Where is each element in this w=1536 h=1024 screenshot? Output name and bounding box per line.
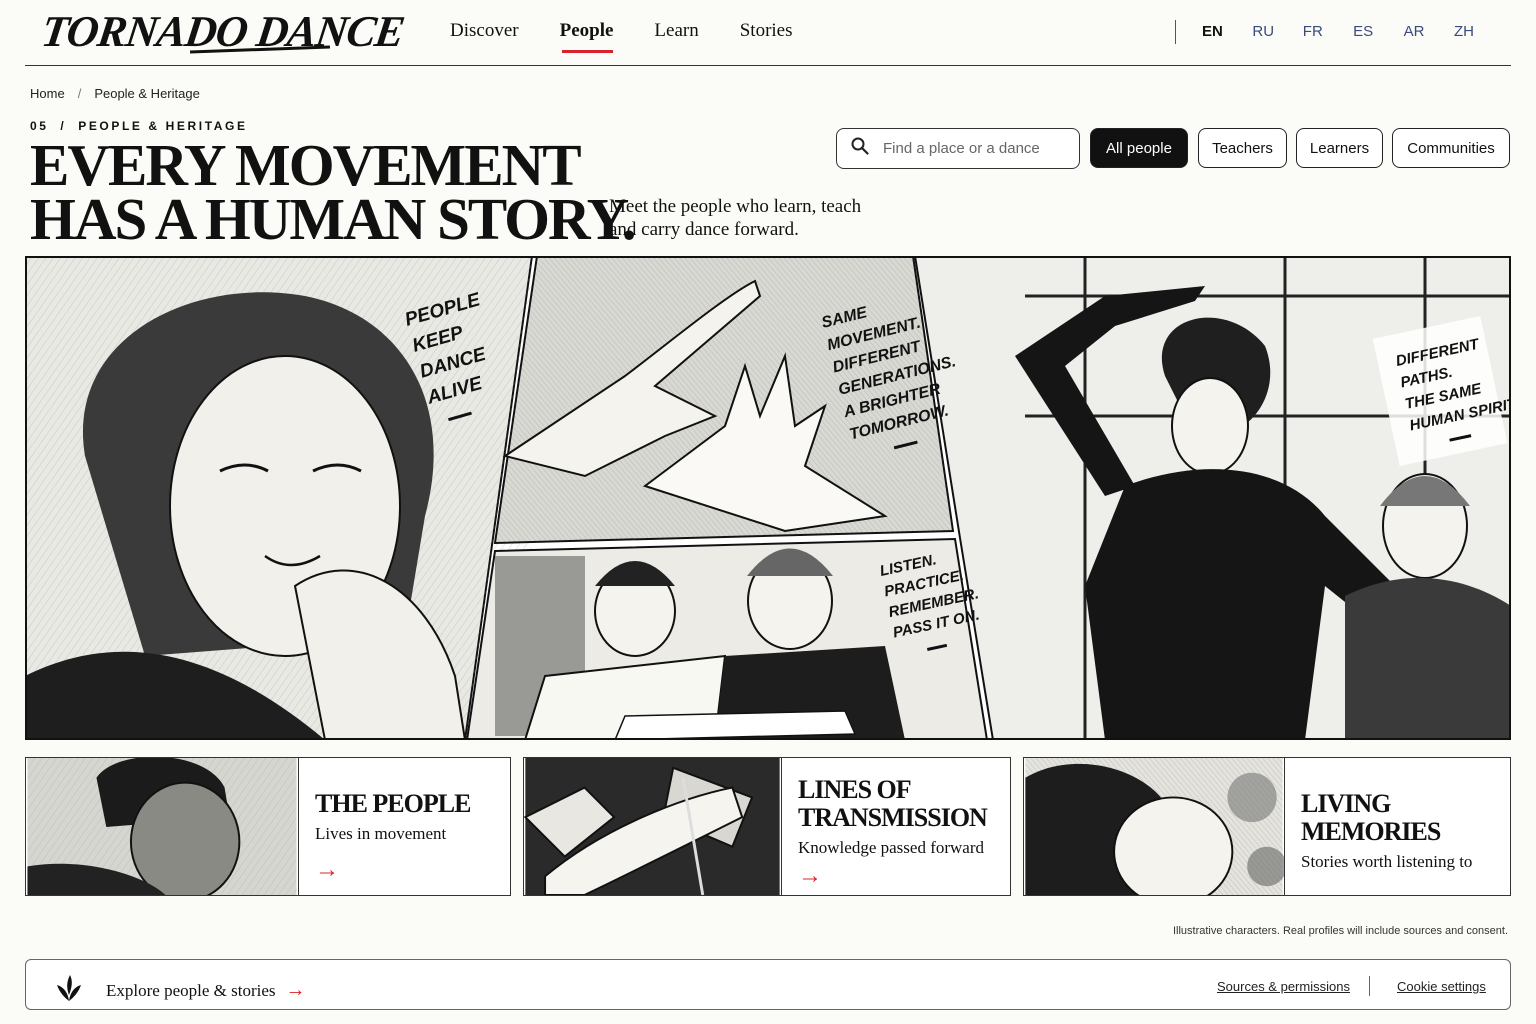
card-the-people[interactable]: THE PEOPLE Lives in movement → — [25, 757, 511, 896]
disclaimer-text: Illustrative characters. Real profiles w… — [1172, 925, 1508, 937]
search-icon — [851, 137, 869, 160]
card-title: THE PEOPLE — [315, 789, 471, 818]
card-body: LIVING MEMORIES Stories worth listening … — [1285, 758, 1510, 896]
card-subtitle: Lives in movement — [315, 824, 447, 843]
explore-people-link[interactable]: Explore people & stories → — [54, 973, 306, 1008]
search-box — [836, 128, 1080, 169]
card-image-young-man — [27, 758, 299, 895]
language-divider — [1175, 20, 1176, 44]
page-subtitle: Meet the people who learn, teach and car… — [609, 196, 862, 240]
section-eyebrow: 05 / PEOPLE & HERITAGE — [30, 119, 248, 133]
filter-communities[interactable]: Communities — [1392, 128, 1510, 168]
breadcrumb-separator: / — [77, 86, 82, 101]
card-title-line-1: LINES OF — [798, 775, 912, 804]
card-title: LIVING MEMORIES — [1301, 789, 1441, 846]
lang-en[interactable]: EN — [1202, 23, 1252, 40]
card-body: THE PEOPLE Lives in movement → — [299, 758, 486, 895]
arrow-right-icon[interactable]: → — [1301, 884, 1494, 895]
cookie-settings-link[interactable]: Cookie settings — [1397, 979, 1486, 994]
nav-learn[interactable]: Learn — [654, 20, 698, 42]
card-subtitle: Knowledge passed forward — [798, 838, 984, 857]
footer-bar: Explore people & stories → Sources & per… — [25, 959, 1511, 1010]
nav-people[interactable]: People — [560, 20, 613, 53]
search-input[interactable] — [883, 140, 1073, 157]
lang-zh[interactable]: ZH — [1454, 23, 1504, 40]
card-title: LINES OF TRANSMISSION — [798, 775, 988, 832]
language-switcher: EN RU FR ES AR ZH — [1202, 23, 1504, 40]
arrow-right-icon[interactable]: → — [315, 856, 470, 884]
filter-teachers[interactable]: Teachers — [1198, 128, 1287, 168]
page-title-line-2: HAS A HUMAN STORY. — [30, 186, 637, 252]
leaf-icon — [54, 973, 84, 1008]
card-subtitle: Stories worth listening to — [1301, 852, 1473, 871]
header-rule — [25, 65, 1511, 66]
lang-es[interactable]: ES — [1353, 23, 1403, 40]
page-title: EVERY MOVEMENT HAS A HUMAN STORY. — [30, 132, 637, 252]
card-image-young-woman — [1025, 758, 1285, 895]
card-living-memories[interactable]: LIVING MEMORIES Stories worth listening … — [1023, 757, 1511, 896]
main-nav: Discover People Learn Stories — [450, 20, 793, 53]
lang-ru[interactable]: RU — [1252, 23, 1302, 40]
card-title-line-2: TRANSMISSION — [798, 803, 988, 832]
page-title-line-1: EVERY MOVEMENT — [30, 132, 582, 198]
breadcrumb-home[interactable]: Home — [30, 86, 65, 101]
hero-comic: PEOPLE KEEP DANCE ALIVE SAME MOVEMENT. D… — [25, 256, 1511, 740]
arrow-right-icon: → — [285, 979, 306, 1001]
card-lines-of-transmission[interactable]: LINES OF TRANSMISSION Knowledge passed f… — [523, 757, 1011, 896]
comic-panels: PEOPLE KEEP DANCE ALIVE SAME MOVEMENT. D… — [25, 256, 1511, 740]
breadcrumb-current: People & Heritage — [94, 86, 200, 101]
nav-discover[interactable]: Discover — [450, 20, 519, 42]
lang-ar[interactable]: AR — [1404, 23, 1454, 40]
footer-divider — [1369, 976, 1370, 996]
filter-learners[interactable]: Learners — [1296, 128, 1383, 168]
lang-fr[interactable]: FR — [1303, 23, 1353, 40]
explore-label: Explore people & stories — [106, 980, 276, 1000]
card-body: LINES OF TRANSMISSION Knowledge passed f… — [782, 758, 1003, 895]
breadcrumb: Home / People & Heritage — [30, 86, 200, 101]
filter-all-people[interactable]: All people — [1090, 128, 1188, 168]
sources-permissions-link[interactable]: Sources & permissions — [1217, 979, 1350, 994]
card-image-pointe-shoe — [524, 758, 782, 895]
arrow-right-icon[interactable]: → — [798, 862, 987, 890]
nav-stories[interactable]: Stories — [740, 20, 793, 42]
